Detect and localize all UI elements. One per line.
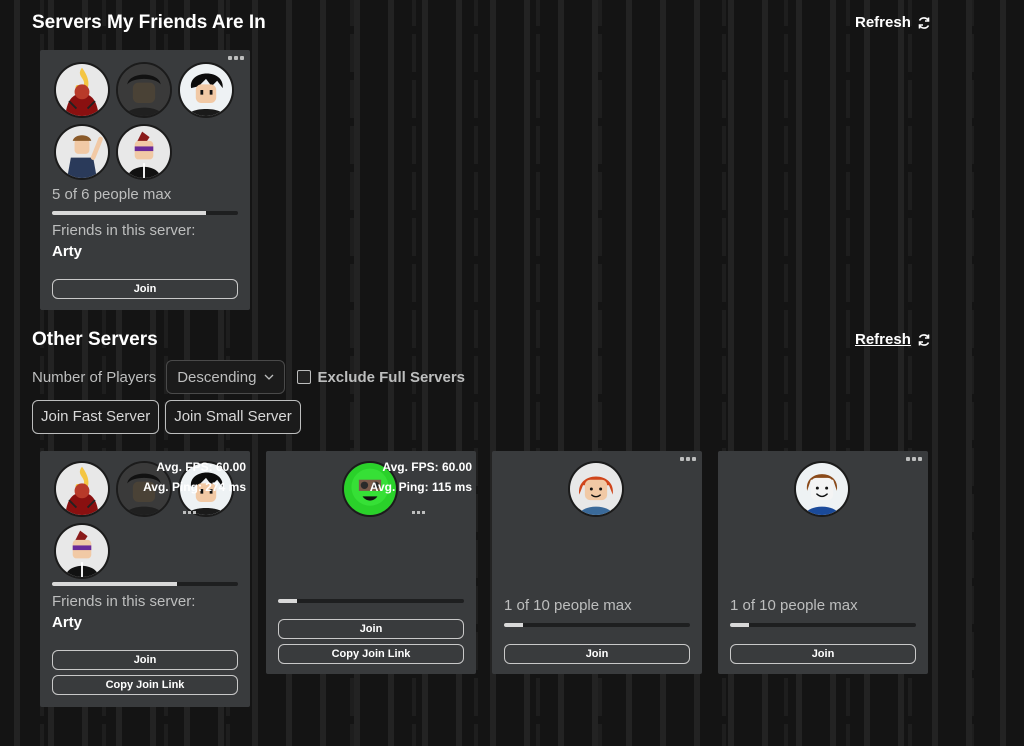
join-button[interactable]: Join	[278, 619, 464, 639]
join-button[interactable]: Join	[52, 279, 238, 299]
friends-section-title: Servers My Friends Are In	[32, 12, 266, 33]
sort-label: Number of Players	[32, 368, 157, 386]
join-button[interactable]: Join	[730, 644, 916, 664]
server-card: Avg. FPS: 60.00 Avg. Ping: 115 ms Join C…	[266, 451, 476, 674]
player-count: 1 of 10 people max	[504, 597, 632, 614]
more-options-icon[interactable]	[906, 457, 922, 463]
player-count: 5 of 6 people max	[52, 186, 172, 203]
loading-dots-icon	[183, 511, 196, 514]
player-avatar[interactable]	[54, 62, 110, 118]
player-avatar[interactable]	[794, 461, 850, 517]
sort-order-value: Descending	[177, 368, 257, 386]
refresh-icon	[918, 16, 930, 29]
capacity-bar	[504, 623, 690, 627]
server-stats: Avg. FPS: 60.00 Avg. Ping: 274 ms	[143, 457, 246, 497]
server-stats: Avg. FPS: 60.00 Avg. Ping: 115 ms	[370, 457, 472, 497]
player-count: 1 of 10 people max	[730, 597, 858, 614]
sort-order-select[interactable]: Descending	[166, 360, 286, 394]
friend-server-card: 5 of 6 people max Friends in this server…	[40, 50, 250, 310]
other-refresh-button[interactable]: Refresh	[855, 331, 931, 348]
other-servers-title: Other Servers	[32, 329, 158, 350]
avg-ping: Avg. Ping: 115 ms	[369, 480, 472, 494]
friend-name[interactable]: Arty	[52, 243, 82, 260]
refresh-icon	[918, 333, 930, 346]
more-options-icon[interactable]	[228, 56, 244, 62]
player-avatar[interactable]	[54, 461, 110, 517]
other-refresh-label: Refresh	[855, 331, 911, 348]
join-button[interactable]: Join	[52, 650, 238, 670]
copy-join-link-button[interactable]: Copy Join Link	[278, 644, 464, 664]
exclude-full-label: Exclude Full Servers	[317, 368, 466, 386]
friends-refresh-label: Refresh	[855, 14, 911, 31]
player-avatar[interactable]	[116, 124, 172, 180]
player-avatar[interactable]	[54, 124, 110, 180]
server-card: Avg. FPS: 60.00 Avg. Ping: 274 ms Friend…	[40, 451, 250, 707]
avg-ping: Avg. Ping: 274 ms	[143, 480, 246, 494]
friend-name[interactable]: Arty	[52, 614, 82, 631]
capacity-bar	[52, 211, 238, 215]
chevron-down-icon	[264, 374, 274, 380]
capacity-bar	[52, 582, 238, 586]
exclude-full-checkbox[interactable]	[297, 370, 312, 384]
loading-dots-icon	[412, 511, 425, 514]
player-avatar[interactable]	[178, 62, 234, 118]
copy-join-link-button[interactable]: Copy Join Link	[52, 675, 238, 695]
friends-in-server-label: Friends in this server:	[52, 593, 196, 610]
join-button[interactable]: Join	[504, 644, 690, 664]
filter-row: Number of Players Descending Exclude Ful…	[32, 360, 465, 394]
capacity-bar	[730, 623, 916, 627]
join-small-server-button[interactable]: Join Small Server	[165, 400, 301, 434]
more-options-icon[interactable]	[680, 457, 696, 463]
player-avatar[interactable]	[568, 461, 624, 517]
join-fast-server-button[interactable]: Join Fast Server	[32, 400, 160, 434]
capacity-bar	[278, 599, 464, 603]
avg-fps: Avg. FPS: 60.00	[382, 460, 472, 474]
quick-join-row: Join Fast Server Join Small Server	[32, 400, 301, 434]
player-avatar[interactable]	[116, 62, 172, 118]
friends-refresh-button[interactable]: Refresh	[855, 14, 931, 31]
friends-in-server-label: Friends in this server:	[52, 222, 196, 239]
server-card: 1 of 10 people max Join	[492, 451, 702, 674]
player-avatar[interactable]	[54, 523, 110, 579]
exclude-full-toggle[interactable]: Exclude Full Servers	[297, 369, 465, 386]
avg-fps: Avg. FPS: 60.00	[156, 460, 246, 474]
server-card: 1 of 10 people max Join	[718, 451, 928, 674]
